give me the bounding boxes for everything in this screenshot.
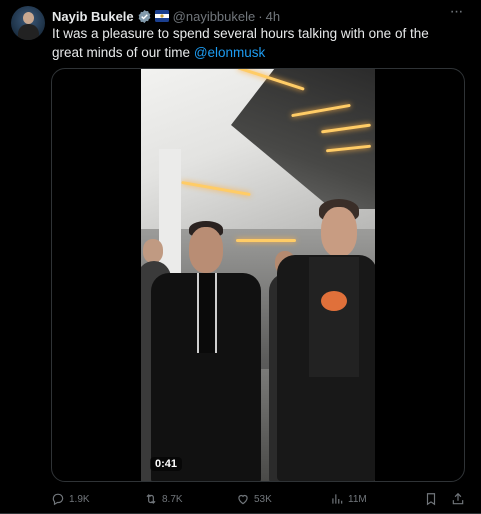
tweet-header: Nayib Bukele @nayibbukele · 4h xyxy=(52,7,280,25)
avatar[interactable] xyxy=(11,6,45,40)
video-player[interactable]: 0:41 xyxy=(51,68,465,482)
like-button[interactable]: 53K xyxy=(236,490,272,508)
person-center xyxy=(145,221,261,481)
tshirt-graphic xyxy=(321,291,347,311)
bookmark-button[interactable] xyxy=(424,490,438,508)
tweet-text: It was a pleasure to spend several hours… xyxy=(52,24,462,62)
reply-icon xyxy=(52,493,64,506)
tweet[interactable]: Nayib Bukele @nayibbukele · 4h ··· It wa… xyxy=(0,0,481,514)
avatar-figure-head xyxy=(23,12,34,24)
action-bar: 1.9K 8.7K 53K 11M xyxy=(48,490,468,508)
views-button[interactable]: 11M xyxy=(330,490,367,508)
author-name[interactable]: Nayib Bukele xyxy=(52,9,134,24)
bookmark-icon xyxy=(426,493,436,506)
video-duration: 0:41 xyxy=(150,457,183,471)
like-count: 53K xyxy=(254,493,272,505)
affiliation-flag-icon[interactable] xyxy=(154,10,169,22)
person-right xyxy=(273,199,375,481)
repost-button[interactable]: 8.7K xyxy=(144,490,183,508)
repost-icon xyxy=(146,494,156,504)
verified-badge-icon[interactable] xyxy=(137,9,152,24)
share-button[interactable] xyxy=(451,490,465,508)
avatar-figure-body xyxy=(18,24,39,40)
repost-count: 8.7K xyxy=(162,493,183,505)
analytics-icon xyxy=(332,494,343,504)
reply-count: 1.9K xyxy=(69,493,90,505)
heart-icon xyxy=(238,494,248,505)
video-frame[interactable]: 0:41 xyxy=(141,69,375,481)
more-options-icon[interactable]: ··· xyxy=(447,4,465,23)
separator-dot: · xyxy=(258,8,263,24)
reply-button[interactable]: 1.9K xyxy=(51,490,90,508)
view-count: 11M xyxy=(348,493,367,505)
mention-link[interactable]: @elonmusk xyxy=(194,45,265,60)
author-handle[interactable]: @nayibbukele xyxy=(173,9,256,24)
share-icon xyxy=(452,492,464,505)
timestamp[interactable]: 4h xyxy=(266,9,280,24)
